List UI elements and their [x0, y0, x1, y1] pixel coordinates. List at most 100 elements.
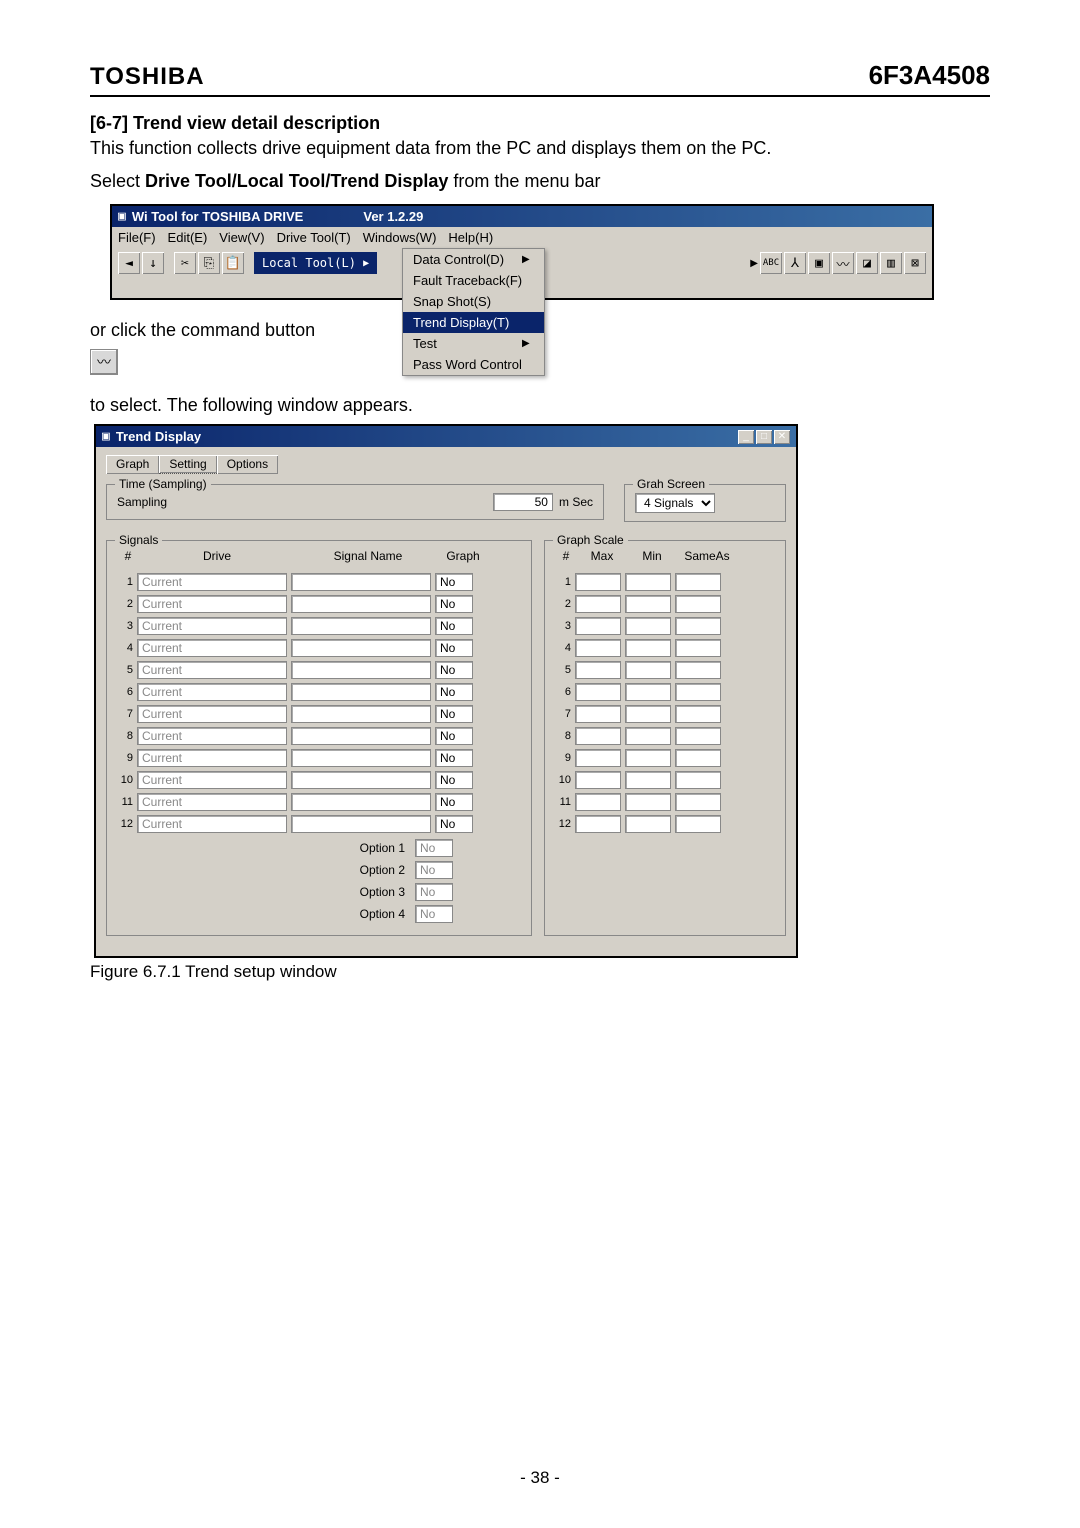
signal-name-input[interactable] [291, 771, 431, 789]
maximize-icon[interactable]: □ [756, 430, 772, 444]
signal-name-input[interactable] [291, 727, 431, 745]
drive-input[interactable] [137, 793, 287, 811]
menu-view[interactable]: View(V) [219, 230, 264, 245]
sampling-input[interactable] [493, 493, 553, 511]
paste-icon[interactable]: 📋 [222, 252, 244, 274]
menu-drivetool[interactable]: Drive Tool(T) [277, 230, 351, 245]
signal-name-input[interactable] [291, 815, 431, 833]
graph-input[interactable] [435, 793, 473, 811]
submenu-password[interactable]: Pass Word Control [403, 354, 544, 375]
sameas-input[interactable] [675, 639, 721, 657]
sameas-input[interactable] [675, 595, 721, 613]
max-input[interactable] [575, 661, 621, 679]
graph-input[interactable] [435, 661, 473, 679]
sameas-input[interactable] [675, 727, 721, 745]
max-input[interactable] [575, 639, 621, 657]
signal-name-input[interactable] [291, 639, 431, 657]
min-input[interactable] [625, 705, 671, 723]
min-input[interactable] [625, 639, 671, 657]
graph-input[interactable] [435, 705, 473, 723]
cut-icon[interactable]: ✂ [174, 252, 196, 274]
abc-icon[interactable]: ABC [760, 252, 782, 274]
min-input[interactable] [625, 749, 671, 767]
close-icon[interactable]: ✕ [774, 430, 790, 444]
menu-bar[interactable]: File(F) Edit(E) View(V) Drive Tool(T) Wi… [112, 227, 932, 248]
minimize-icon[interactable]: _ [738, 430, 754, 444]
tab-setting[interactable]: Setting [159, 455, 216, 474]
chart-icon[interactable]: ▥ [880, 252, 902, 274]
min-input[interactable] [625, 683, 671, 701]
sameas-input[interactable] [675, 617, 721, 635]
signal-name-input[interactable] [291, 793, 431, 811]
sameas-input[interactable] [675, 771, 721, 789]
max-input[interactable] [575, 573, 621, 591]
graph-input[interactable] [435, 573, 473, 591]
submenu-trend-display[interactable]: Trend Display(T) [403, 312, 544, 333]
min-input[interactable] [625, 793, 671, 811]
grah-screen-select[interactable]: 4 Signals [635, 493, 715, 513]
signal-name-input[interactable] [291, 595, 431, 613]
tool-icon-1[interactable]: ⅄ [784, 252, 806, 274]
drive-input[interactable] [137, 617, 287, 635]
min-input[interactable] [625, 595, 671, 613]
sameas-input[interactable] [675, 749, 721, 767]
drive-input[interactable] [137, 705, 287, 723]
max-input[interactable] [575, 815, 621, 833]
submenu-data-control[interactable]: Data Control(D)▶ [403, 249, 544, 270]
signal-name-input[interactable] [291, 749, 431, 767]
min-input[interactable] [625, 661, 671, 679]
graph-input[interactable] [435, 617, 473, 635]
drive-input[interactable] [137, 595, 287, 613]
min-input[interactable] [625, 771, 671, 789]
trend-icon[interactable]: 〰 [832, 252, 854, 274]
max-input[interactable] [575, 771, 621, 789]
max-input[interactable] [575, 749, 621, 767]
menu-help[interactable]: Help(H) [448, 230, 493, 245]
drive-input[interactable] [137, 771, 287, 789]
max-input[interactable] [575, 617, 621, 635]
tab-options[interactable]: Options [217, 455, 278, 474]
drive-input[interactable] [137, 661, 287, 679]
graph-input[interactable] [435, 639, 473, 657]
submenu-fault-traceback[interactable]: Fault Traceback(F) [403, 270, 544, 291]
signal-name-input[interactable] [291, 661, 431, 679]
signal-name-input[interactable] [291, 705, 431, 723]
drive-input[interactable] [137, 815, 287, 833]
copy-icon[interactable]: ⎘ [198, 252, 220, 274]
max-input[interactable] [575, 705, 621, 723]
tool-icon-2[interactable]: ▣ [808, 252, 830, 274]
graph-input[interactable] [435, 815, 473, 833]
tool-icon-3[interactable]: ◪ [856, 252, 878, 274]
sameas-input[interactable] [675, 815, 721, 833]
submenu-snap-shot[interactable]: Snap Shot(S) [403, 291, 544, 312]
sameas-input[interactable] [675, 705, 721, 723]
min-input[interactable] [625, 815, 671, 833]
max-input[interactable] [575, 727, 621, 745]
signal-name-input[interactable] [291, 683, 431, 701]
drive-input[interactable] [137, 639, 287, 657]
menu-windows[interactable]: Windows(W) [363, 230, 437, 245]
graph-input[interactable] [435, 727, 473, 745]
signal-name-input[interactable] [291, 573, 431, 591]
tab-graph[interactable]: Graph [106, 455, 159, 474]
max-input[interactable] [575, 793, 621, 811]
sameas-input[interactable] [675, 573, 721, 591]
prev-icon[interactable]: ◄ [118, 252, 140, 274]
tool-icon-4[interactable]: ⊠ [904, 252, 926, 274]
min-input[interactable] [625, 727, 671, 745]
local-tool-button[interactable]: Local Tool(L) ▶ [254, 252, 377, 274]
sameas-input[interactable] [675, 683, 721, 701]
submenu-test[interactable]: Test▶ [403, 333, 544, 354]
min-input[interactable] [625, 617, 671, 635]
drive-input[interactable] [137, 573, 287, 591]
menu-file[interactable]: File(F) [118, 230, 156, 245]
drive-input[interactable] [137, 683, 287, 701]
trend-command-button-icon[interactable]: 〰 [90, 349, 118, 375]
drive-input[interactable] [137, 749, 287, 767]
graph-input[interactable] [435, 771, 473, 789]
max-input[interactable] [575, 595, 621, 613]
sameas-input[interactable] [675, 661, 721, 679]
menu-edit[interactable]: Edit(E) [168, 230, 208, 245]
graph-input[interactable] [435, 749, 473, 767]
min-input[interactable] [625, 573, 671, 591]
